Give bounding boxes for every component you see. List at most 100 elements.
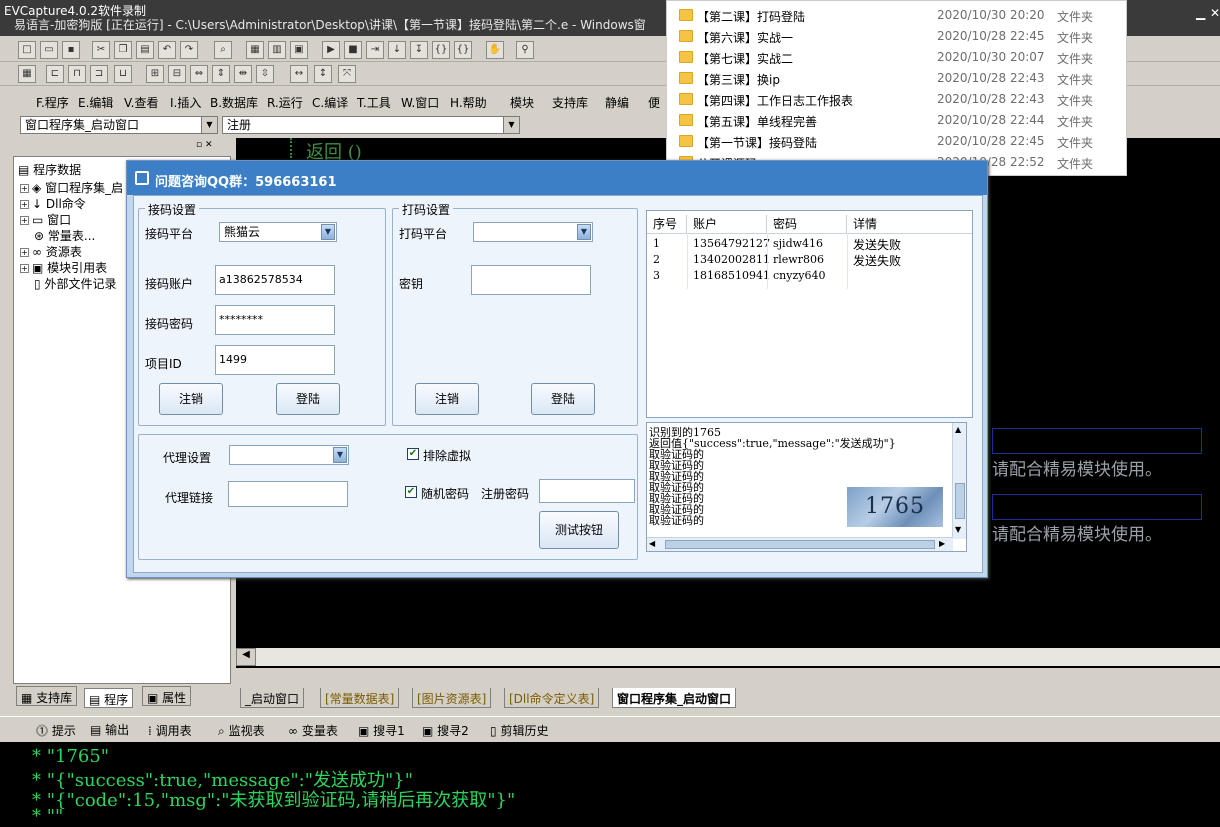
editor-tab-start-window[interactable]: _启动窗口 bbox=[240, 688, 305, 708]
new-file-icon[interactable]: □ bbox=[18, 41, 36, 59]
center-v-icon[interactable]: ⊟ bbox=[168, 65, 186, 83]
scroll-left-icon[interactable]: ◀ bbox=[649, 539, 655, 548]
receive-login-button[interactable]: 登陆 bbox=[276, 383, 340, 415]
menu-program[interactable]: F.程序 bbox=[36, 94, 69, 111]
tab-properties[interactable]: ▣ 属性 bbox=[142, 686, 192, 706]
chevron-down-icon[interactable]: ▼ bbox=[333, 447, 347, 463]
receive-logout-button[interactable]: 注销 bbox=[159, 383, 223, 415]
pin-icon[interactable]: ▫ bbox=[196, 140, 202, 150]
minimize-icon[interactable]: ▁ bbox=[1196, 6, 1205, 20]
dialog-title-bar[interactable]: 问题咨询QQ群：596663161 bbox=[127, 161, 987, 195]
expand-icon[interactable]: + bbox=[20, 216, 29, 225]
editor-tab-assembly[interactable]: 窗口程序集_启动窗口 bbox=[612, 688, 737, 708]
folder-row[interactable]: 【第二课】打码登陆 2020/10/30 20:20 文件夹 bbox=[667, 5, 1128, 26]
scroll-up-icon[interactable]: ▲ bbox=[955, 425, 961, 434]
chevron-down-icon[interactable]: ▼ bbox=[503, 117, 519, 133]
tree-item[interactable]: + ▣ 模块引用表 bbox=[20, 259, 107, 276]
project-id-input[interactable]: 1499 bbox=[215, 345, 335, 375]
menu-support-lib[interactable]: 支持库 bbox=[552, 94, 588, 111]
menu-view[interactable]: V.查看 bbox=[124, 94, 158, 111]
folder-row[interactable]: 【第七课】实战二 2020/10/30 20:07 文件夹 bbox=[667, 47, 1128, 68]
register-password-input[interactable] bbox=[539, 479, 635, 503]
tree-root[interactable]: ▤ 程序数据 bbox=[18, 161, 81, 178]
menu-tools[interactable]: T.工具 bbox=[357, 94, 391, 111]
proxy-link-input[interactable] bbox=[228, 481, 348, 507]
redo-icon[interactable]: ↷ bbox=[180, 41, 198, 59]
receive-account-input[interactable]: a13862578534 bbox=[215, 265, 335, 295]
exclude-virtual-checkbox[interactable]: ✔ bbox=[407, 448, 419, 460]
folder-row[interactable]: 【第三课】换ip 2020/10/28 22:43 文件夹 bbox=[667, 68, 1128, 89]
run-icon[interactable]: ▶ bbox=[322, 41, 340, 59]
expand-icon[interactable]: + bbox=[20, 184, 29, 193]
size-w-icon[interactable]: ↔ bbox=[290, 65, 308, 83]
log-horizontal-scrollbar[interactable]: ◀ ▶ bbox=[647, 537, 953, 551]
test-button[interactable]: 测试按钮 bbox=[539, 511, 619, 549]
receive-platform-select[interactable]: 熊猫云 ▼ bbox=[219, 222, 337, 242]
log-panel[interactable]: 识别到的1765 返回值{"success":true,"message":"发… bbox=[646, 422, 967, 552]
tree-item[interactable]: + ↓ Dll命令 bbox=[20, 195, 86, 212]
menu-help[interactable]: H.帮助 bbox=[450, 94, 487, 111]
cut-icon[interactable]: ✂ bbox=[92, 41, 110, 59]
proxy-settings-select[interactable]: ▼ bbox=[229, 445, 349, 465]
receive-password-input[interactable]: ******** bbox=[215, 305, 335, 335]
tab-support-lib[interactable]: ▦ 支持库 bbox=[16, 686, 78, 706]
close-icon[interactable]: ✕ bbox=[205, 140, 213, 150]
menu-static[interactable]: 静编 bbox=[605, 94, 629, 111]
align-left-icon[interactable]: ⊏ bbox=[46, 65, 64, 83]
folder-row[interactable]: 【第五课】单线程完善 2020/10/28 22:44 文件夹 bbox=[667, 110, 1128, 131]
chevron-down-icon[interactable]: ▼ bbox=[201, 117, 217, 133]
tree-item[interactable]: + ∞ 资源表 bbox=[20, 243, 82, 260]
tab-call-stack[interactable]: ⁞ 调用表 bbox=[148, 722, 192, 739]
col-header-index[interactable]: 序号 bbox=[647, 215, 687, 233]
captcha-key-input[interactable] bbox=[471, 265, 591, 295]
editor-tab-dll[interactable]: [Dll命令定义表] bbox=[504, 688, 600, 708]
layout3-icon[interactable]: ▣ bbox=[290, 41, 308, 59]
tab-search2[interactable]: ▣ 搜寻2 bbox=[422, 722, 469, 739]
menu-compile[interactable]: C.编译 bbox=[312, 94, 348, 111]
tab-output[interactable]: ▤ 输出 bbox=[90, 721, 129, 738]
menu-insert[interactable]: I.插入 bbox=[170, 94, 201, 111]
menu-window[interactable]: W.窗口 bbox=[401, 94, 439, 111]
scroll-thumb[interactable] bbox=[665, 540, 935, 549]
size-h-icon[interactable]: ↕ bbox=[314, 65, 332, 83]
open-folder-icon[interactable]: ▭ bbox=[40, 41, 58, 59]
space-v-icon[interactable]: ⇳ bbox=[256, 65, 274, 83]
tree-item[interactable]: + ▭ 窗口 bbox=[20, 211, 71, 228]
close-icon[interactable]: ✕ bbox=[1210, 6, 1220, 20]
menu-edit[interactable]: E.编辑 bbox=[78, 94, 113, 111]
folder-row[interactable]: 【第四课】工作日志工作报表 2020/10/28 22:43 文件夹 bbox=[667, 89, 1128, 110]
braces-icon[interactable]: {} bbox=[432, 41, 450, 59]
space-h-icon[interactable]: ⇹ bbox=[234, 65, 252, 83]
paste-icon[interactable]: ▤ bbox=[136, 41, 154, 59]
expand-icon[interactable]: + bbox=[20, 200, 29, 209]
scroll-down-icon[interactable]: ▼ bbox=[955, 525, 961, 534]
same-width-icon[interactable]: ⇔ bbox=[190, 65, 208, 83]
tree-item[interactable]: ▯ 外部文件记录 bbox=[34, 275, 116, 292]
find-icon[interactable]: ⌕ bbox=[214, 41, 232, 59]
folder-row[interactable]: 【第六课】实战一 2020/10/28 22:45 文件夹 bbox=[667, 26, 1128, 47]
chevron-down-icon[interactable]: ▼ bbox=[577, 224, 591, 240]
tree-item[interactable]: + ◈ 窗口程序集_启 bbox=[20, 179, 123, 196]
tab-clip-history[interactable]: ▯ 剪辑历史 bbox=[490, 722, 548, 739]
col-header-account[interactable]: 账户 bbox=[687, 215, 767, 233]
tab-search1[interactable]: ▣ 搜寻1 bbox=[358, 722, 405, 739]
menu-run[interactable]: R.运行 bbox=[267, 94, 303, 111]
assembly-combo[interactable]: 窗口程序集_启动窗口 ▼ bbox=[20, 116, 218, 134]
chevron-down-icon[interactable]: ▼ bbox=[321, 224, 335, 240]
same-height-icon[interactable]: ⇕ bbox=[212, 65, 230, 83]
size-both-icon[interactable]: ⤧ bbox=[338, 65, 356, 83]
binoculars-icon[interactable]: ⚲ bbox=[516, 41, 534, 59]
copy-icon[interactable]: ❐ bbox=[114, 41, 132, 59]
tree-item[interactable]: ⊛ 常量表... bbox=[34, 227, 95, 244]
step-into-icon[interactable]: ↓ bbox=[388, 41, 406, 59]
tab-hints[interactable]: ⓵ 提示 bbox=[36, 722, 76, 739]
captcha-login-button[interactable]: 登陆 bbox=[531, 383, 595, 415]
menu-module[interactable]: 模块 bbox=[510, 94, 534, 111]
align-bottom-icon[interactable]: ⊔ bbox=[114, 65, 132, 83]
expand-icon[interactable]: + bbox=[20, 264, 29, 273]
col-header-detail[interactable]: 详情 bbox=[847, 215, 967, 233]
tab-variables[interactable]: ∞ 变量表 bbox=[288, 722, 338, 739]
undo-icon[interactable]: ↶ bbox=[158, 41, 176, 59]
output-panel[interactable]: * "1765" * "{"success":true,"message":"发… bbox=[0, 742, 1220, 827]
layout1-icon[interactable]: ▦ bbox=[246, 41, 264, 59]
